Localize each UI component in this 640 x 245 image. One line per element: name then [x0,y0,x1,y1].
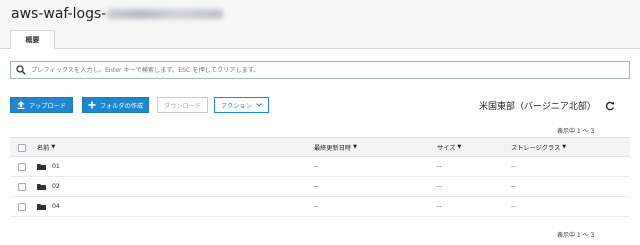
folder-icon [37,184,46,190]
search-icon [16,65,26,75]
cell-last-modified: -- [314,183,319,190]
refresh-icon[interactable] [605,101,615,111]
pagination-top: 表示中 1 〜 3 [557,128,595,135]
column-storage-class-label: ストレージクラス [511,144,561,152]
tab-overview[interactable]: 概要 [10,30,55,49]
table-row[interactable]: 01 -- -- -- [10,157,630,177]
cell-last-modified: -- [314,203,319,210]
cell-size: -- [437,203,442,210]
column-name-label: 名前 [37,144,50,152]
row-checkbox[interactable] [18,163,26,171]
column-storage-class[interactable]: ストレージクラス ▼ [511,138,566,156]
cell-size: -- [437,163,442,170]
sort-caret-icon: ▼ [51,144,56,150]
select-all-checkbox[interactable] [18,144,26,152]
folder-name: 04 [52,203,60,210]
folder-name: 02 [52,183,60,190]
folder-link[interactable]: 04 [37,197,60,216]
sort-caret-icon: ▼ [353,144,357,150]
row-checkbox[interactable] [18,203,26,211]
folder-icon [37,164,46,170]
table-header: 名前 ▼ 最終更新日時 ▼ サイズ ▼ ストレージクラス ▼ [10,137,630,157]
search-box[interactable] [10,61,630,79]
actions-dropdown[interactable]: アクション [214,97,269,113]
actions-label: アクション [221,102,252,110]
cell-storage-class: -- [511,203,516,210]
sort-caret-icon: ▼ [562,144,567,150]
page-title: aws-waf-logs- [11,6,224,22]
sort-caret-icon: ▼ [457,144,462,150]
upload-label: アップロード [28,102,67,110]
column-name[interactable]: 名前 ▼ [37,138,55,156]
folder-icon [37,204,46,210]
search-input[interactable] [31,63,621,77]
plus-icon [88,101,96,109]
create-folder-label: フォルダの作成 [99,102,144,110]
download-button[interactable]: ダウンロード [157,97,208,113]
pagination-bottom: 表示中 1 〜 3 [557,232,595,239]
download-label: ダウンロード [163,102,202,110]
cell-size: -- [437,183,442,190]
cell-storage-class: -- [511,183,516,190]
cell-storage-class: -- [511,163,516,170]
column-size[interactable]: サイズ ▼ [437,138,461,156]
object-table: 名前 ▼ 最終更新日時 ▼ サイズ ▼ ストレージクラス ▼ 01 -- -- -- 0… [10,137,630,217]
upload-icon [17,101,25,109]
region-label: 米国東部（バージニア北部） [479,102,596,112]
row-checkbox[interactable] [18,183,26,191]
redacted-text [107,9,224,19]
cell-last-modified: -- [314,163,319,170]
bucket-name: aws-waf-logs- [11,6,107,22]
table-row[interactable]: 02 -- -- -- [10,177,630,197]
column-size-label: サイズ [437,144,456,152]
folder-link[interactable]: 02 [37,177,60,196]
table-row[interactable]: 04 -- -- -- [10,197,630,217]
chevron-down-icon [255,103,262,107]
folder-link[interactable]: 01 [37,157,60,176]
column-last-modified-label: 最終更新日時 [314,144,352,152]
folder-name: 01 [52,163,60,170]
column-last-modified[interactable]: 最終更新日時 ▼ [314,138,357,156]
upload-button[interactable]: アップロード [10,97,73,113]
create-folder-button[interactable]: フォルダの作成 [82,97,149,113]
